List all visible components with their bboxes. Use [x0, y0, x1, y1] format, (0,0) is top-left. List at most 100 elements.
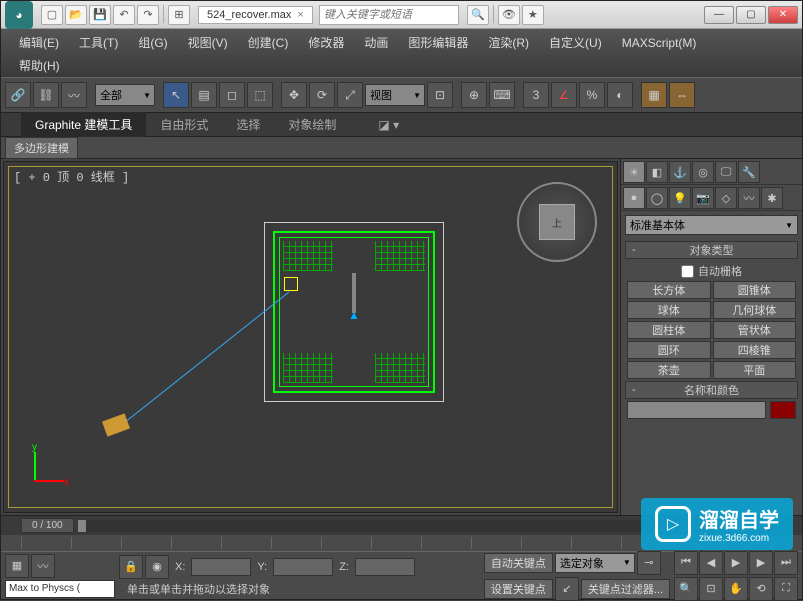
app-logo-icon[interactable]: ◕: [5, 1, 33, 29]
play-icon[interactable]: ▶: [724, 551, 748, 575]
minimize-button[interactable]: —: [704, 6, 734, 24]
menu-modifiers[interactable]: 修改器: [298, 31, 354, 54]
scale-icon[interactable]: ⤢: [337, 82, 363, 108]
setkey-button[interactable]: 设置关键点: [484, 579, 553, 599]
spinner-snap-icon[interactable]: ◐: [607, 82, 633, 108]
prim-torus[interactable]: 圆环: [627, 341, 711, 359]
key-target-select[interactable]: 选定对象: [555, 553, 635, 573]
next-frame-icon[interactable]: ▶: [749, 551, 773, 575]
geometry-icon[interactable]: ●: [623, 187, 645, 209]
script-listener-input[interactable]: Max to Physcs (: [5, 580, 115, 598]
menu-maxscript[interactable]: MAXScript(M): [612, 33, 707, 53]
prim-plane[interactable]: 平面: [713, 361, 797, 379]
utilities-tab-icon[interactable]: 🔧: [738, 161, 760, 183]
polygon-modeling-button[interactable]: 多边形建模: [5, 137, 78, 159]
prim-cylinder[interactable]: 圆柱体: [627, 321, 711, 339]
lock-selection-icon[interactable]: 🔒: [119, 555, 143, 579]
trackbar[interactable]: [1, 535, 802, 551]
project-icon[interactable]: ⊞: [168, 5, 190, 25]
systems-icon[interactable]: ✱: [761, 187, 783, 209]
viewport-label[interactable]: [ + 0 顶 0 线框 ]: [14, 168, 129, 185]
rollout-object-type[interactable]: -对象类型: [625, 241, 798, 259]
modify-tab-icon[interactable]: ◧: [646, 161, 668, 183]
menu-animation[interactable]: 动画: [354, 31, 398, 54]
viewport[interactable]: [ + 0 顶 0 线框 ] 上 y x: [3, 161, 618, 513]
viewcube-face[interactable]: 上: [539, 204, 575, 240]
menu-help[interactable]: 帮助(H): [9, 54, 70, 77]
ribbon-dropdown-icon[interactable]: ◪ ▾: [370, 114, 407, 136]
isolate-icon[interactable]: ◉: [145, 555, 169, 579]
mirror-icon[interactable]: ⇔: [669, 82, 695, 108]
prim-sphere[interactable]: 球体: [627, 301, 711, 319]
motion-tab-icon[interactable]: ◎: [692, 161, 714, 183]
menu-rendering[interactable]: 渲染(R): [478, 31, 539, 54]
autogrid-checkbox[interactable]: [681, 265, 694, 278]
prim-cone[interactable]: 圆锥体: [713, 281, 797, 299]
curve-editor-icon[interactable]: 〰: [31, 554, 55, 578]
menu-group[interactable]: 组(G): [128, 31, 177, 54]
unlink-icon[interactable]: ⛓: [33, 82, 59, 108]
cameras-icon[interactable]: 📷: [692, 187, 714, 209]
tab-freeform[interactable]: 自由形式: [146, 112, 222, 137]
ref-coord-select[interactable]: 视图: [365, 84, 425, 106]
help-search-icon[interactable]: 🔍: [467, 5, 489, 25]
prev-frame-icon[interactable]: ◀: [699, 551, 723, 575]
menu-create[interactable]: 创建(C): [238, 31, 299, 54]
lights-icon[interactable]: 💡: [669, 187, 691, 209]
prim-pyramid[interactable]: 四棱锥: [713, 341, 797, 359]
select-by-name-icon[interactable]: ▤: [191, 82, 217, 108]
time-slider[interactable]: 0 / 100: [1, 515, 802, 535]
selected-light-gizmo[interactable]: [284, 277, 298, 291]
create-tab-icon[interactable]: ☀: [623, 161, 645, 183]
window-crossing-icon[interactable]: ⬚: [247, 82, 273, 108]
prim-geosphere[interactable]: 几何球体: [713, 301, 797, 319]
prim-box[interactable]: 长方体: [627, 281, 711, 299]
menu-customize[interactable]: 自定义(U): [539, 31, 612, 54]
scene-object[interactable]: [344, 273, 364, 323]
link-icon[interactable]: 🔗: [5, 82, 31, 108]
nav-zoom-all-icon[interactable]: ⊡: [699, 577, 723, 601]
snap-toggle-icon[interactable]: 3: [523, 82, 549, 108]
goto-start-icon[interactable]: ⏮: [674, 551, 698, 575]
coord-x-input[interactable]: [191, 558, 251, 576]
rollout-name-color[interactable]: -名称和颜色: [625, 381, 798, 399]
keyboard-shortcut-icon[interactable]: ⌨: [489, 82, 515, 108]
coord-z-input[interactable]: [355, 558, 415, 576]
frame-indicator[interactable]: 0 / 100: [21, 518, 74, 533]
redo-icon[interactable]: ↷: [137, 5, 159, 25]
move-icon[interactable]: ✥: [281, 82, 307, 108]
named-sets-icon[interactable]: ▦: [641, 82, 667, 108]
nav-orbit-icon[interactable]: ⟲: [749, 577, 773, 601]
nav-zoom-icon[interactable]: 🔍: [674, 577, 698, 601]
key-mode-icon[interactable]: ⊸: [637, 551, 661, 575]
angle-snap-icon[interactable]: ∠: [551, 82, 577, 108]
undo-icon[interactable]: ↶: [113, 5, 135, 25]
new-icon[interactable]: ▢: [41, 5, 63, 25]
close-button[interactable]: ✕: [768, 6, 798, 24]
maximize-button[interactable]: ▢: [736, 6, 766, 24]
autokey-button[interactable]: 自动关键点: [484, 553, 553, 573]
select-manipulate-icon[interactable]: ⊕: [461, 82, 487, 108]
menu-tools[interactable]: 工具(T): [69, 31, 128, 54]
favorites-icon[interactable]: ★: [522, 5, 544, 25]
close-tab-icon[interactable]: ×: [297, 9, 303, 21]
coord-y-input[interactable]: [273, 558, 333, 576]
tab-selection[interactable]: 选择: [222, 112, 274, 137]
menu-graph-editors[interactable]: 图形编辑器: [398, 31, 478, 54]
helpers-icon[interactable]: ◇: [715, 187, 737, 209]
object-name-input[interactable]: [627, 401, 766, 419]
shapes-icon[interactable]: ◯: [646, 187, 668, 209]
goto-end-icon[interactable]: ⏭: [774, 551, 798, 575]
comm-center-icon[interactable]: 👁: [498, 5, 520, 25]
trackbar-toggle-icon[interactable]: ▦: [5, 554, 29, 578]
category-select[interactable]: 标准基本体: [625, 215, 798, 235]
search-input[interactable]: [319, 5, 459, 25]
document-tab[interactable]: 524_recover.max ×: [198, 6, 313, 24]
time-track[interactable]: [78, 520, 782, 532]
use-center-icon[interactable]: ⊡: [427, 82, 453, 108]
key-filters-icon[interactable]: ↙: [555, 577, 579, 601]
prim-teapot[interactable]: 茶壶: [627, 361, 711, 379]
spacewarps-icon[interactable]: 〰: [738, 187, 760, 209]
menu-views[interactable]: 视图(V): [178, 31, 238, 54]
tab-object-paint[interactable]: 对象绘制: [274, 112, 350, 137]
